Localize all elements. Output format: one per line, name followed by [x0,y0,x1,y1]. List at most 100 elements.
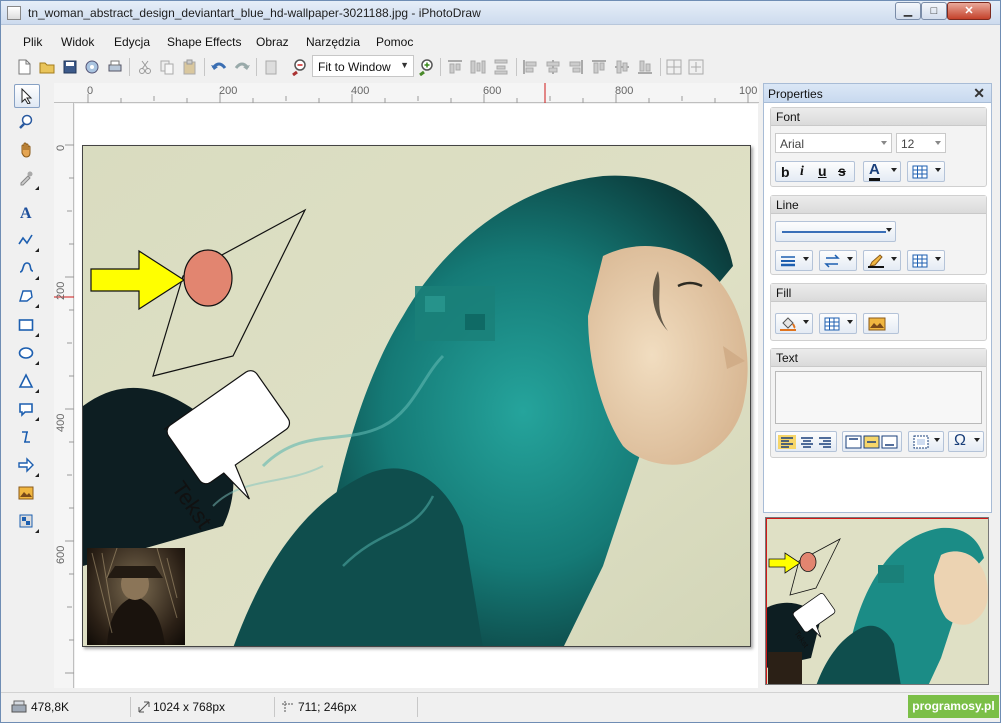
close-button[interactable]: ✕ [947,2,991,20]
align-top2-icon[interactable] [590,58,608,76]
properties-panel: Properties ✕ Font Arial 12 b i u s A Lin… [763,83,992,513]
underline-button[interactable]: u [818,163,827,179]
copy-icon[interactable] [158,58,176,76]
color-picker-tool[interactable] [14,167,40,191]
scan-icon[interactable] [83,58,101,76]
strikethrough-button[interactable]: s [838,163,846,179]
align-center-button[interactable] [801,437,813,448]
text-align-group [775,431,837,452]
ellipse-tool[interactable] [14,342,40,366]
fill-section: Fill [770,283,987,341]
align-right-icon[interactable] [567,58,585,76]
distribute-icon[interactable] [469,58,487,76]
ungroup-icon[interactable] [687,58,705,76]
font-size-select[interactable]: 12 [896,133,946,153]
disk-icon [11,700,27,715]
arrow-ends-icon [824,254,840,268]
curve-tool[interactable] [14,257,40,281]
align-right-button[interactable] [819,437,831,448]
menu-pomoc[interactable]: Pomoc [376,35,413,49]
zoom-value: Fit to Window [318,60,391,74]
ruler-v-label: 400 [55,413,67,432]
line-pattern-button[interactable] [907,250,945,271]
navigator-preview[interactable]: Tekst [765,517,989,685]
menu-obraz[interactable]: Obraz [256,35,289,49]
line-style-select[interactable] [775,221,896,242]
rectangle-tool[interactable] [14,314,40,338]
triangle-tool[interactable] [14,370,40,394]
align-middle-icon[interactable] [613,58,631,76]
callout-tool[interactable] [14,398,40,422]
brand-watermark: programosy.pl [908,695,999,718]
line-color-button[interactable] [863,250,901,271]
dimension-tool[interactable] [14,426,40,450]
ruler-h-label: 0 [87,85,94,97]
fill-pattern-button[interactable] [819,313,857,334]
line-preview-icon [782,231,886,233]
zoom-tool[interactable] [14,111,40,135]
menu-narzedzia[interactable]: Narzędzia [306,35,360,49]
align-bottom-icon[interactable] [636,58,654,76]
fill-image-button[interactable] [863,313,899,334]
text-margin-button[interactable] [908,431,944,452]
new-file-icon[interactable] [15,58,33,76]
line-width-button[interactable] [775,250,813,271]
distribute-v-icon[interactable] [492,58,510,76]
align-left-icon[interactable] [521,58,539,76]
ruler-v-label: 0 [55,144,67,151]
mosaic-tool[interactable] [14,510,40,534]
arrow-shape-tool[interactable] [14,454,40,478]
ruler-h-label: 600 [483,85,502,97]
file-size: 478,8K [31,700,70,714]
close-icon[interactable]: ✕ [973,85,985,102]
image-tool[interactable] [14,482,40,506]
select-tool[interactable] [14,84,40,108]
group-icon[interactable] [665,58,683,76]
font-background-button[interactable] [907,161,945,182]
bold-button[interactable]: b [781,164,790,180]
menu-shape-effects[interactable]: Shape Effects [167,35,242,49]
polyline-tool[interactable] [14,229,40,253]
print-icon[interactable] [106,58,124,76]
italic-button[interactable]: i [800,164,804,180]
save-icon[interactable] [61,58,79,76]
menu-plik[interactable]: Plik [23,35,42,49]
image-size: 1024 x 768px [153,700,226,714]
align-center-icon[interactable] [544,58,562,76]
cut-icon[interactable] [136,58,154,76]
pan-hand-tool[interactable] [14,139,40,163]
fill-color-button[interactable] [775,313,813,334]
grid-icon [912,254,928,268]
text-tool[interactable]: A [14,201,40,225]
align-top-icon[interactable] [446,58,464,76]
open-folder-icon[interactable] [38,58,56,76]
maximize-button[interactable]: □ [921,2,947,20]
font-family-select[interactable]: Arial [775,133,892,153]
zoom-in-icon[interactable] [417,58,435,77]
pencil-icon [868,254,884,268]
menu-edycja[interactable]: Edycja [114,35,150,49]
zoom-select[interactable]: Fit to Window ▼ [312,55,414,77]
cursor-position-icon [281,700,295,715]
ruler-h-label: 200 [219,85,238,97]
svg-text:A: A [20,205,32,220]
menu-widok[interactable]: Widok [61,35,94,49]
clear-icon[interactable] [262,58,280,76]
minimize-button[interactable]: ▁ [895,2,921,20]
redo-icon[interactable] [233,58,251,76]
callout-text[interactable]: Tekst [167,477,217,533]
line-arrow-button[interactable] [819,250,857,271]
font-color-button[interactable]: A [863,161,901,182]
inserted-image[interactable] [87,548,185,645]
ruler-h-label: 400 [351,85,370,97]
insert-symbol-button[interactable]: Ω [948,431,984,452]
ruler-v-label: 600 [55,545,67,564]
undo-icon[interactable] [210,58,228,76]
text-content-area[interactable] [775,371,982,424]
polygon-tool[interactable] [14,285,40,309]
circle-shape[interactable] [183,249,233,307]
menu-bar: Plik Widok Edycja Shape Effects Obraz Na… [1,31,1000,53]
zoom-out-icon[interactable] [290,58,308,77]
arrow-shape[interactable] [90,249,186,311]
paste-icon[interactable] [181,58,199,76]
